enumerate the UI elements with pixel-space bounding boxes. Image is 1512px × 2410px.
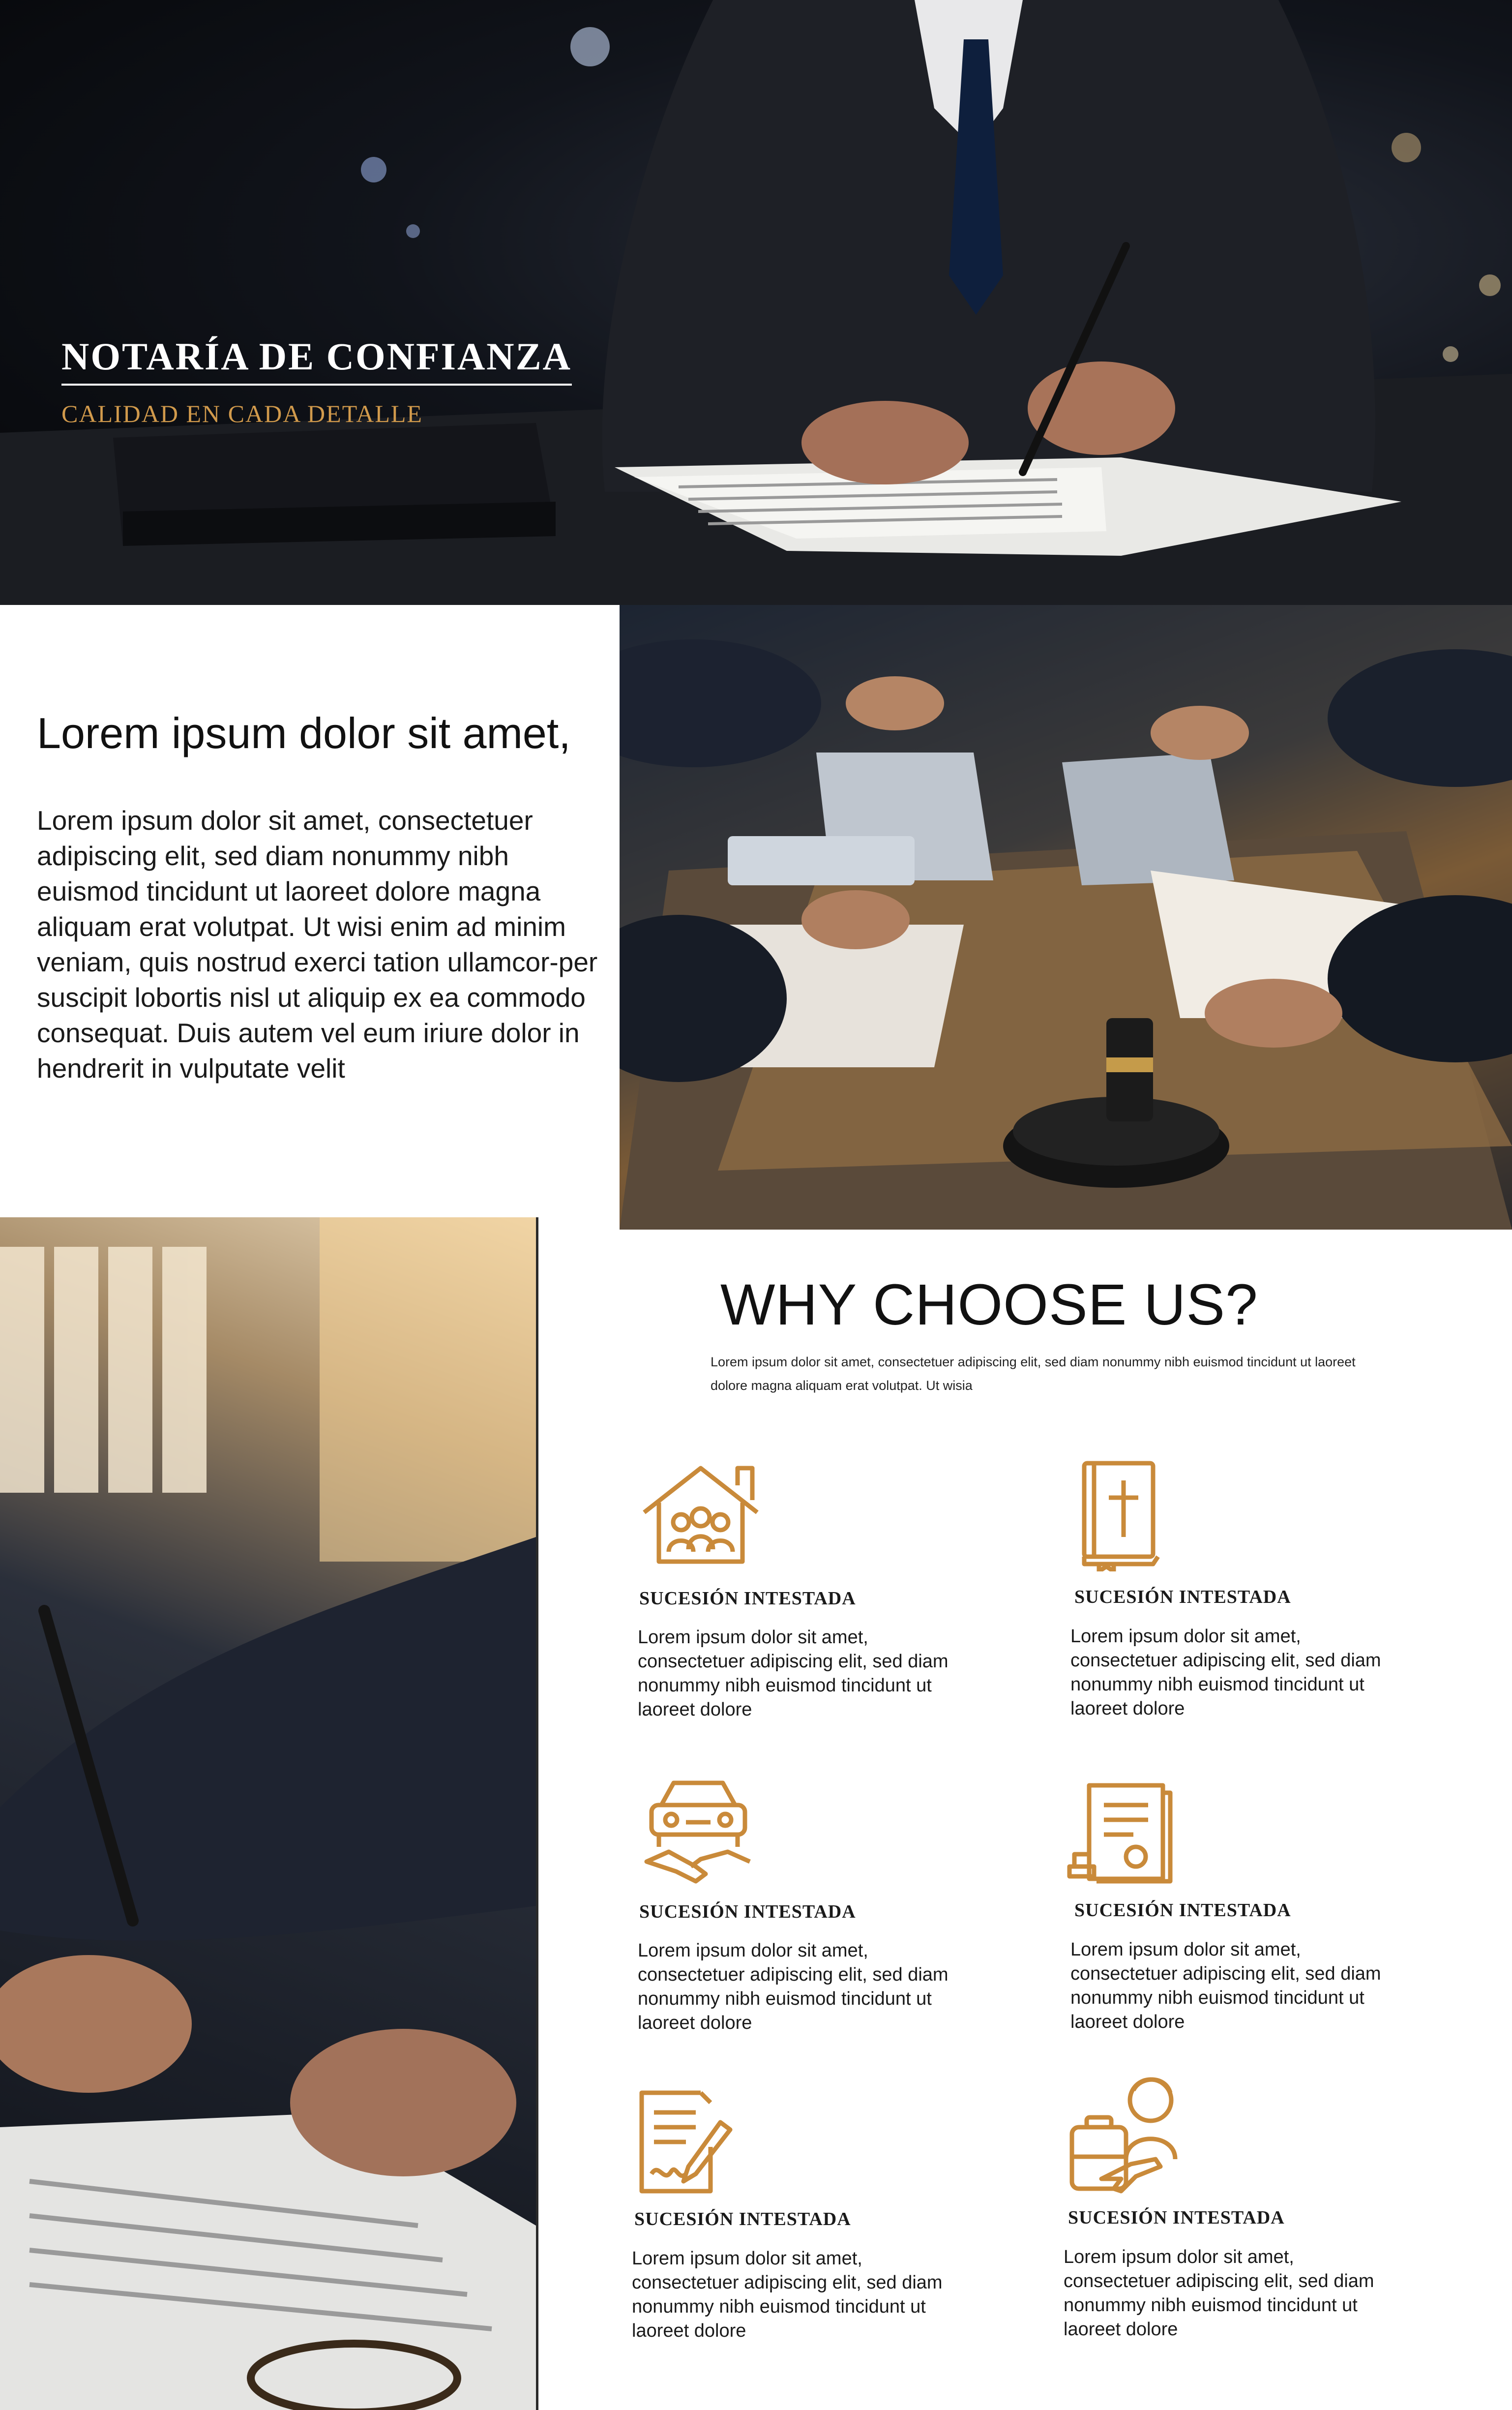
service-title: SUCESIÓN INTESTADA (1074, 1587, 1291, 1607)
house-family-icon (639, 1463, 762, 1569)
signing-photo (0, 1217, 536, 2410)
service-text: Lorem ipsum dolor sit amet, consectetuer… (1070, 1939, 1381, 2032)
intro-heading: Lorem ipsum dolor sit amet, (37, 709, 571, 757)
photo-divider (536, 1217, 538, 2410)
signed-contract-icon (637, 2088, 735, 2199)
service-text: Lorem ipsum dolor sit amet, consectetuer… (638, 1940, 949, 2033)
service-text: Lorem ipsum dolor sit amet, consectetuer… (1070, 1626, 1381, 1719)
bible-cross-icon (1079, 1458, 1163, 1574)
hero-banner: NOTARÍA DE CONFIANZA CALIDAD EN CADA DET… (0, 0, 1512, 605)
service-title: SUCESIÓN INTESTADA (1068, 2207, 1285, 2228)
meeting-photo (620, 605, 1512, 1230)
child-travel-icon (1067, 2073, 1185, 2196)
stamped-certificate-icon (1065, 1780, 1173, 1889)
service-title: SUCESIÓN INTESTADA (639, 1588, 856, 1609)
service-text: Lorem ipsum dolor sit amet, consectetuer… (632, 2248, 943, 2341)
why-subtitle: Lorem ipsum dolor sit amet, consectetuer… (711, 1355, 1356, 1393)
why-title: WHY CHOOSE US? (720, 1272, 1258, 1337)
hero-title: NOTARÍA DE CONFIANZA (61, 334, 572, 386)
service-title: SUCESIÓN INTESTADA (1074, 1900, 1291, 1921)
hero-notary-photo (0, 0, 1512, 605)
intro-body: Lorem ipsum dolor sit amet, consectetuer… (37, 805, 598, 1084)
service-text: Lorem ipsum dolor sit amet, consectetuer… (1064, 2247, 1374, 2340)
service-title: SUCESIÓN INTESTADA (634, 2209, 851, 2229)
service-text: Lorem ipsum dolor sit amet, consectetuer… (638, 1627, 949, 1720)
service-title: SUCESIÓN INTESTADA (639, 1901, 856, 1922)
car-handshake-icon (642, 1776, 755, 1891)
hero-subtitle: CALIDAD EN CADA DETALLE (61, 400, 423, 427)
